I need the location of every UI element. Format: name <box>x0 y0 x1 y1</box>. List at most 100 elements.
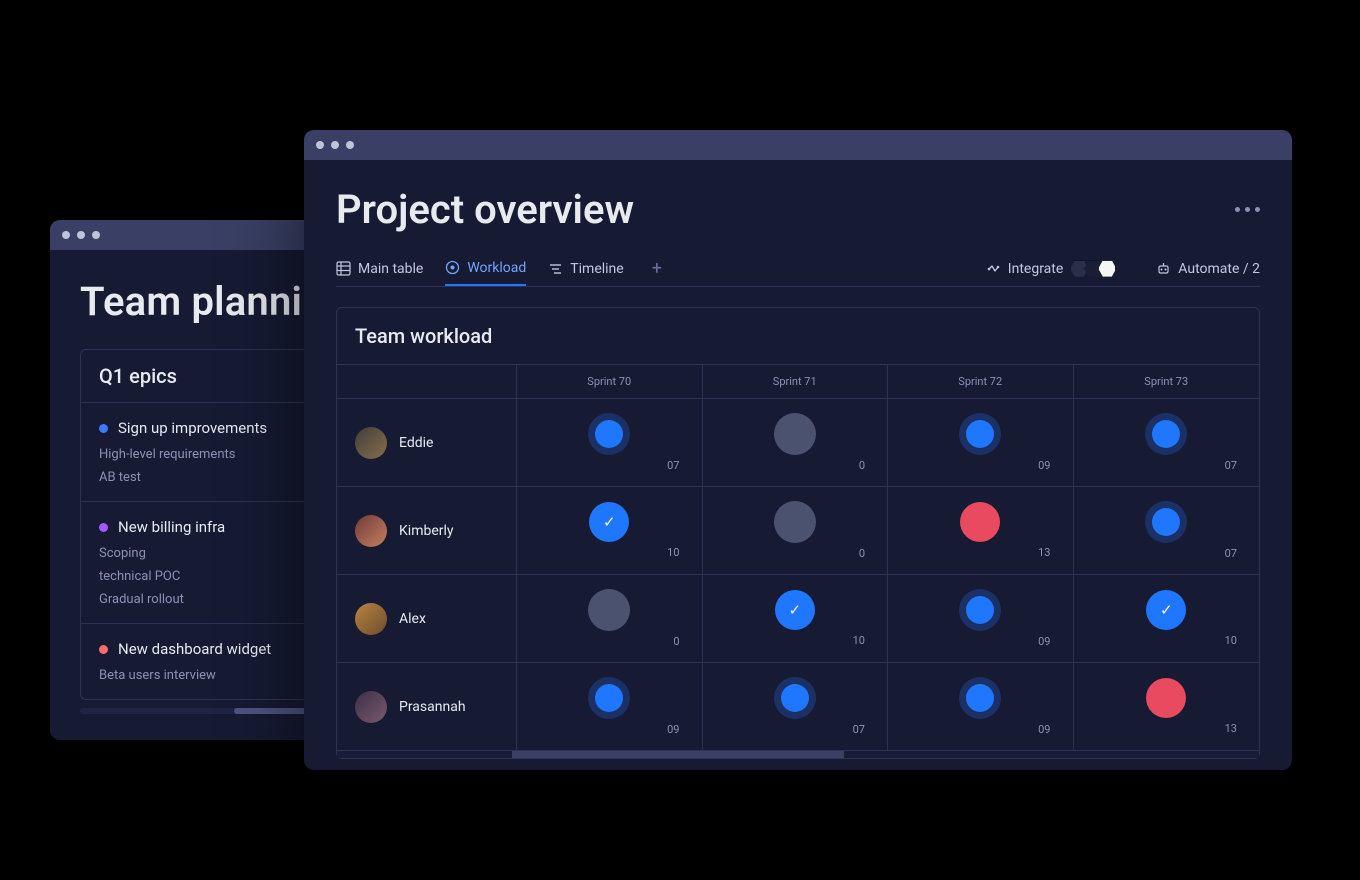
workload-value: 13 <box>1225 722 1259 735</box>
workload-cell[interactable]: 07 <box>1074 486 1260 574</box>
workload-cell[interactable]: 07 <box>517 398 703 486</box>
workload-value: 09 <box>667 723 701 736</box>
workload-cell[interactable]: 07 <box>703 662 889 750</box>
traffic-light-dot[interactable] <box>316 141 324 149</box>
workload-cell[interactable]: 13 <box>888 486 1074 574</box>
workload-cell[interactable]: ✓ 10 <box>517 486 703 574</box>
workload-value: 13 <box>1038 546 1072 559</box>
column-header-blank <box>337 364 517 398</box>
workload-cell[interactable]: 09 <box>888 662 1074 750</box>
epic-title: Sign up improvements <box>118 419 267 437</box>
workload-cell[interactable]: 0 <box>517 574 703 662</box>
person-cell[interactable]: Eddie <box>337 398 517 486</box>
person-name: Kimberly <box>399 523 454 539</box>
workload-indicator <box>588 413 630 455</box>
integrate-label: Integrate <box>1008 261 1064 277</box>
tab-label: Workload <box>467 260 526 276</box>
avatar <box>355 515 387 547</box>
workload-value: 0 <box>673 635 701 648</box>
workload-indicator <box>959 677 1001 719</box>
integration-badges <box>1074 260 1116 278</box>
horizontal-scrollbar[interactable] <box>337 750 1259 758</box>
page-title: Project overview <box>336 186 634 233</box>
workload-indicator <box>959 413 1001 455</box>
avatar <box>355 603 387 635</box>
workload-value: 07 <box>667 459 701 472</box>
workload-value: 09 <box>1038 723 1072 736</box>
add-tab-button[interactable]: + <box>646 258 668 279</box>
workload-value: 10 <box>1225 634 1259 647</box>
traffic-light-dot[interactable] <box>77 231 85 239</box>
project-overview-window: Project overview Main table Workload <box>304 130 1292 770</box>
workload-value: 07 <box>1225 547 1259 560</box>
target-icon <box>445 260 460 275</box>
workload-value: 09 <box>1038 459 1072 472</box>
workload-cell[interactable]: ✓10 <box>703 574 889 662</box>
person-name: Eddie <box>399 435 433 451</box>
epic-title: New dashboard widget <box>118 640 271 658</box>
person-cell[interactable]: Prasannah <box>337 662 517 750</box>
avatar <box>355 691 387 723</box>
person-name: Alex <box>399 611 426 627</box>
workload-indicator <box>1145 501 1187 543</box>
traffic-light-dot[interactable] <box>331 141 339 149</box>
timeline-icon <box>548 261 563 276</box>
traffic-light-dot[interactable] <box>62 231 70 239</box>
integrate-icon <box>986 261 1001 276</box>
workload-cell[interactable]: 0 <box>703 486 889 574</box>
tab-label: Timeline <box>570 261 623 277</box>
check-icon: ✓ <box>1160 601 1173 619</box>
workload-cell[interactable]: 13 <box>1074 662 1260 750</box>
integrate-button[interactable]: Integrate <box>986 260 1117 278</box>
automate-button[interactable]: Automate / 2 <box>1156 261 1260 277</box>
person-cell[interactable]: Kimberly <box>337 486 517 574</box>
workload-value: 0 <box>859 459 887 472</box>
tab-main-table[interactable]: Main table <box>336 251 423 286</box>
more-menu-button[interactable] <box>1235 207 1260 212</box>
robot-icon <box>1156 261 1171 276</box>
workload-cell[interactable]: ✓ 10 <box>1074 574 1260 662</box>
epic-title: New billing infra <box>118 518 225 536</box>
status-dot <box>99 645 108 654</box>
column-header: Sprint 71 <box>703 364 889 398</box>
workload-indicator <box>774 413 816 455</box>
column-header: Sprint 70 <box>517 364 703 398</box>
workload-indicator <box>588 589 630 631</box>
workload-indicator <box>959 589 1001 631</box>
tab-timeline[interactable]: Timeline <box>548 251 623 286</box>
traffic-light-dot[interactable] <box>346 141 354 149</box>
workload-value: 10 <box>667 546 701 559</box>
workload-cell[interactable]: 09 <box>888 398 1074 486</box>
workload-board: Team workload Sprint 70Sprint 71Sprint 7… <box>336 307 1260 759</box>
traffic-light-dot[interactable] <box>92 231 100 239</box>
workload-value: 0 <box>859 547 887 560</box>
check-icon: ✓ <box>603 513 616 531</box>
person-name: Prasannah <box>399 699 466 715</box>
status-dot <box>99 424 108 433</box>
table-icon <box>336 261 351 276</box>
workload-cell[interactable]: 0 <box>703 398 889 486</box>
window-titlebar <box>304 130 1292 160</box>
automate-label: Automate / 2 <box>1178 261 1260 277</box>
workload-indicator: ✓ <box>775 590 815 630</box>
column-header: Sprint 73 <box>1074 364 1260 398</box>
workload-indicator <box>588 677 630 719</box>
tab-workload[interactable]: Workload <box>445 251 526 286</box>
workload-indicator <box>1146 678 1186 718</box>
tab-label: Main table <box>358 261 423 277</box>
check-icon: ✓ <box>788 601 801 619</box>
board-title: Team workload <box>337 308 1259 364</box>
avatar <box>355 427 387 459</box>
column-header: Sprint 72 <box>888 364 1074 398</box>
workload-value: 07 <box>1225 459 1259 472</box>
workload-cell[interactable]: 09 <box>888 574 1074 662</box>
tabs-row: Main table Workload Timeline + <box>336 251 1260 287</box>
workload-indicator <box>1145 413 1187 455</box>
workload-cell[interactable]: 07 <box>1074 398 1260 486</box>
workload-indicator <box>774 677 816 719</box>
gitlab-icon <box>1098 260 1116 278</box>
person-cell[interactable]: Alex <box>337 574 517 662</box>
status-dot <box>99 523 108 532</box>
workload-value: 09 <box>1038 635 1072 648</box>
workload-cell[interactable]: 09 <box>517 662 703 750</box>
